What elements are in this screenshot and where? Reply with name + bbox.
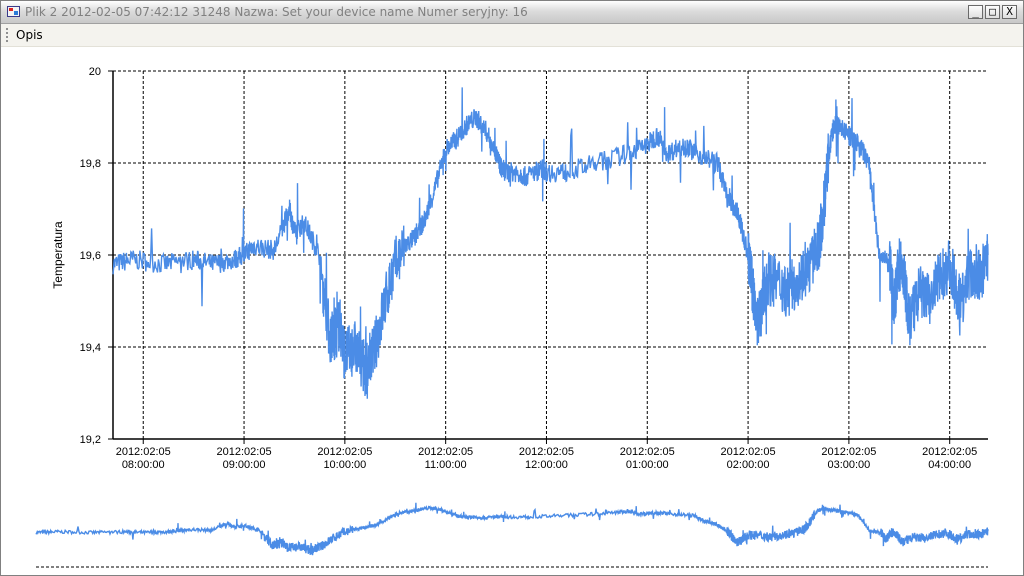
y-tick-label: 19,8: [80, 158, 101, 170]
x-tick-date-label: 2012:02:05: [821, 446, 876, 458]
x-tick-date-label: 2012:02:05: [519, 446, 574, 458]
x-tick-date-label: 2012:02:05: [721, 446, 776, 458]
overview-navigator[interactable]: [35, 502, 989, 568]
x-tick-time-label: 10:00:00: [323, 459, 366, 471]
y-tick-label: 19,6: [80, 250, 101, 262]
y-axis-label: Temperatura: [51, 221, 65, 289]
overview-series-line: [35, 502, 989, 556]
x-tick-time-label: 01:00:00: [626, 459, 669, 471]
y-tick-label: 19,2: [80, 434, 101, 446]
y-tick-label: 20: [89, 66, 101, 78]
y-tick-label: 19,4: [80, 342, 101, 354]
x-tick-date-label: 2012:02:05: [620, 446, 675, 458]
x-tick-time-label: 02:00:00: [727, 459, 770, 471]
x-tick-time-label: 12:00:00: [525, 459, 568, 471]
y-axis-ticks: 19,2 19,4 19,6 19,8 20: [80, 66, 113, 446]
x-tick-time-label: 08:00:00: [122, 459, 165, 471]
x-tick-time-label: 09:00:00: [223, 459, 266, 471]
x-tick-time-label: 11:00:00: [425, 459, 467, 471]
x-tick-date-label: 2012:02:05: [922, 446, 977, 458]
x-tick-date-label: 2012:02:05: [217, 446, 272, 458]
x-tick-date-label: 2012:02:05: [317, 446, 372, 458]
x-tick-time-label: 04:00:00: [928, 459, 971, 471]
x-axis-ticks: 2012:02:0508:00:002012:02:0509:00:002012…: [116, 439, 977, 471]
x-tick-date-label: 2012:02:05: [116, 446, 171, 458]
x-tick-time-label: 03:00:00: [827, 459, 870, 471]
temperature-chart[interactable]: 19,219,419,619,820 2012:02:0508:00:00201…: [0, 0, 1024, 576]
x-tick-date-label: 2012:02:05: [418, 446, 473, 458]
